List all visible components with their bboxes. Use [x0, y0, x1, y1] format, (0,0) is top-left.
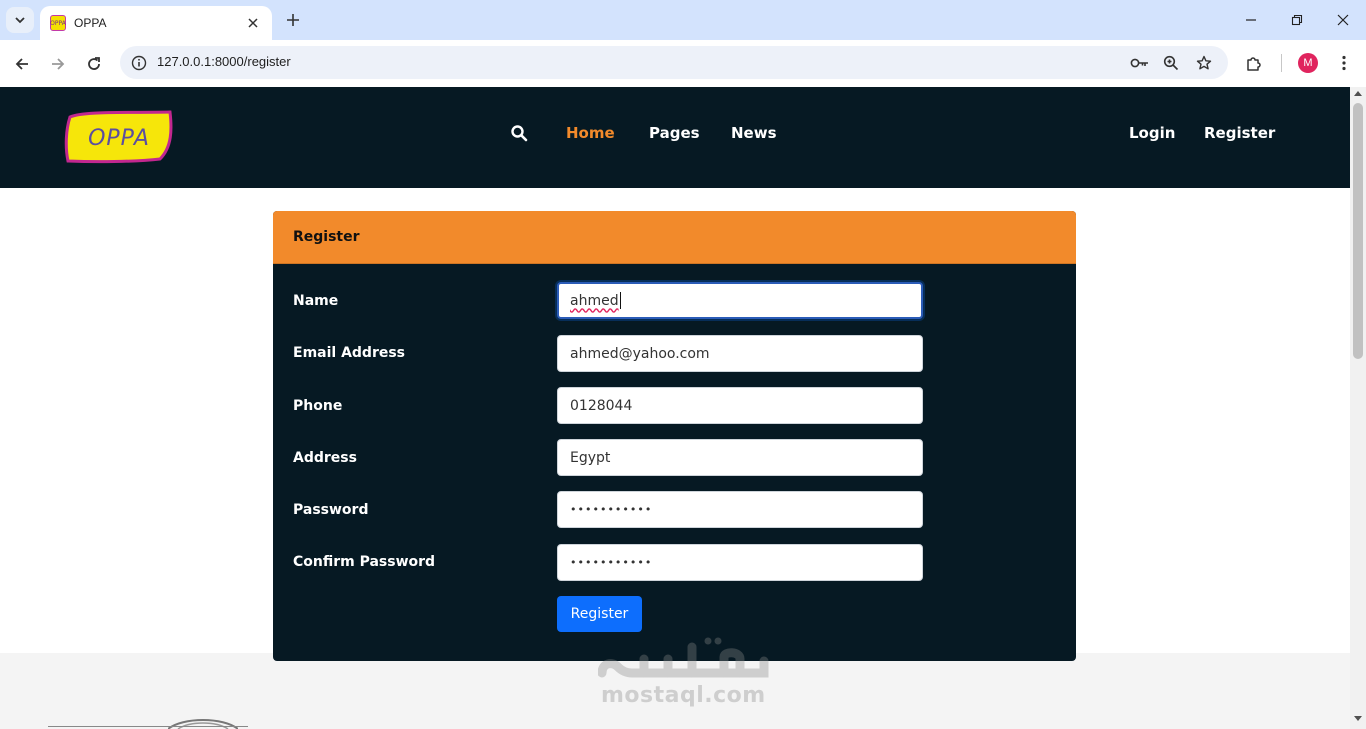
register-submit-button[interactable]: Register [557, 596, 642, 632]
password-key-icon[interactable] [1128, 51, 1152, 75]
name-field[interactable]: ahmed [557, 282, 923, 319]
minimize-button[interactable] [1228, 0, 1274, 40]
nav-register-link[interactable]: Register [1204, 124, 1275, 142]
site-navbar: OPPA Home Pages News Login Register [0, 87, 1350, 188]
arrow-right-icon [52, 58, 65, 70]
arrow-left-icon [15, 58, 28, 70]
password-value: ••••••••••• [570, 503, 653, 516]
nav-login-link[interactable]: Login [1129, 124, 1175, 142]
zoom-icon[interactable] [1159, 51, 1183, 75]
close-window-button[interactable] [1320, 0, 1366, 40]
register-card: Register Name ahmed Email Address ahmed@… [273, 211, 1076, 661]
tab-title: OPPA [74, 16, 107, 30]
address-field[interactable]: Egypt [557, 439, 923, 476]
minimize-icon [1246, 19, 1256, 21]
password-field[interactable]: ••••••••••• [557, 491, 923, 528]
restore-icon [1291, 14, 1303, 26]
phone-field[interactable]: 0128044 [557, 387, 923, 424]
page-viewport: OPPA Home Pages News Login Register Regi… [0, 87, 1350, 729]
forward-button[interactable] [44, 50, 72, 78]
nav-news-link[interactable]: News [731, 124, 777, 142]
toolbar-divider [1281, 54, 1282, 72]
site-info-icon[interactable] [128, 52, 150, 74]
scroll-down-arrow-icon[interactable] [1354, 716, 1362, 721]
new-tab-button[interactable] [282, 9, 304, 31]
card-title: Register [293, 229, 360, 245]
phone-value: 0128044 [570, 397, 633, 414]
bookmark-star-icon[interactable] [1192, 51, 1216, 75]
chevron-down-icon [15, 17, 25, 24]
page-scrollbar[interactable] [1350, 87, 1366, 729]
page-footer [0, 653, 1350, 729]
reload-button[interactable] [80, 50, 108, 78]
scroll-up-arrow-icon[interactable] [1354, 91, 1362, 96]
scrollbar-thumb[interactable] [1353, 103, 1363, 359]
email-value: ahmed@yahoo.com [570, 345, 710, 362]
extensions-button[interactable] [1241, 50, 1267, 76]
password-label: Password [293, 502, 369, 518]
plus-icon [287, 14, 299, 26]
email-field[interactable]: ahmed@yahoo.com [557, 335, 923, 372]
phone-label: Phone [293, 398, 343, 414]
name-value: ahmed [570, 292, 619, 309]
favicon-icon: OPPA [50, 15, 66, 31]
site-logo[interactable]: OPPA [64, 109, 174, 164]
back-button[interactable] [8, 50, 36, 78]
tab-close-icon[interactable] [244, 14, 262, 32]
address-bar[interactable]: 127.0.0.1:8000/register [120, 46, 1228, 79]
kebab-menu-icon [1342, 55, 1346, 71]
url-text: 127.0.0.1:8000/register [157, 54, 291, 69]
address-value: Egypt [570, 449, 611, 466]
restore-button[interactable] [1274, 0, 1320, 40]
browser-menu-button[interactable] [1331, 50, 1357, 76]
text-caret [619, 292, 621, 309]
nav-pages-link[interactable]: Pages [649, 124, 700, 142]
tab-search-button[interactable] [6, 7, 34, 33]
close-icon [1337, 14, 1349, 26]
address-label: Address [293, 450, 357, 466]
confirm-password-label: Confirm Password [293, 554, 436, 570]
profile-button[interactable]: M [1295, 50, 1321, 76]
card-header: Register [273, 211, 1076, 264]
search-icon[interactable] [510, 124, 530, 144]
tab-strip: OPPA OPPA [0, 0, 1366, 40]
confirm-password-field[interactable]: ••••••••••• [557, 544, 923, 581]
puzzle-icon [1247, 57, 1261, 71]
browser-tab-active[interactable]: OPPA OPPA [40, 6, 272, 40]
nav-home-link[interactable]: Home [566, 124, 615, 142]
reload-icon [88, 57, 100, 70]
footer-divider [48, 726, 248, 727]
avatar: M [1298, 53, 1318, 73]
email-label: Email Address [293, 345, 406, 361]
name-label: Name [293, 293, 339, 309]
confirm-password-value: ••••••••••• [570, 556, 653, 569]
svg-text:OPPA: OPPA [88, 126, 150, 151]
